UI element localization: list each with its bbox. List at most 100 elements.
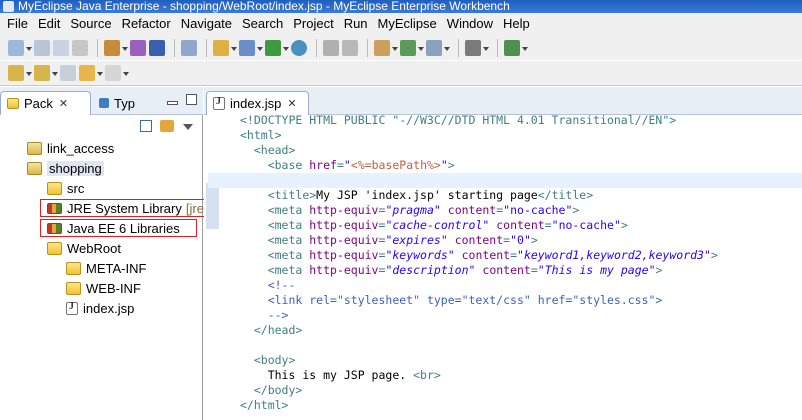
tree-item[interactable]: src — [47, 178, 84, 198]
view-menu-icon[interactable] — [183, 124, 193, 130]
tree-item[interactable]: shopping — [27, 158, 104, 178]
tree-item-label: WebRoot — [67, 240, 121, 256]
open-type-icon[interactable] — [400, 39, 424, 56]
next-annotation-icon[interactable] — [8, 65, 32, 81]
prev-annotation-icon[interactable] — [34, 65, 58, 81]
tree-item[interactable]: WEB-INF — [66, 278, 141, 298]
code-line: This is my JSP page. <br> — [240, 368, 802, 383]
close-icon[interactable]: ✕ — [59, 97, 68, 110]
editor-tab-bar: index.jsp ✕ — [204, 87, 802, 115]
wizard-icon[interactable] — [213, 39, 237, 56]
tree-item[interactable]: index.jsp — [66, 298, 134, 318]
tree-item-label: src — [67, 180, 85, 196]
code-token: "no-cache" — [503, 203, 573, 217]
menu-myeclipse[interactable]: MyEclipse — [375, 13, 444, 35]
source-folder-icon — [47, 181, 62, 195]
folder-icon — [47, 241, 62, 255]
editor-gutter — [204, 115, 220, 420]
menu-bar: File Edit Source Refactor Navigate Search Proj… — [0, 13, 802, 35]
code-line: <base href="<%=basePath%>"> — [240, 158, 802, 173]
tree-item[interactable]: link_access — [27, 138, 114, 158]
code-token: = — [336, 158, 344, 172]
change-marker — [206, 183, 219, 229]
deploy-icon[interactable] — [104, 39, 128, 56]
collapse-all-icon[interactable] — [140, 120, 152, 132]
code-token: <%=basePath%> — [350, 158, 441, 172]
code-token: <meta — [267, 203, 310, 217]
code-token: "description" — [385, 263, 476, 277]
menu-navigate[interactable]: Navigate — [178, 13, 239, 35]
menu-help[interactable]: Help — [500, 13, 537, 35]
task-icon[interactable] — [426, 39, 450, 56]
print-icon[interactable] — [72, 39, 88, 56]
package-icon[interactable] — [130, 39, 146, 56]
save-icon[interactable] — [34, 39, 50, 56]
tab-type-hierarchy[interactable]: Typ — [95, 91, 145, 115]
calendar-icon[interactable] — [181, 39, 197, 56]
tree-item-label: index.jsp — [83, 300, 135, 316]
code-token: = — [530, 263, 538, 277]
package-explorer-icon — [7, 98, 19, 109]
forward-arrow-icon[interactable] — [105, 65, 129, 81]
jsp-file-icon — [213, 96, 225, 110]
code-line — [208, 173, 802, 188]
tab-index-jsp[interactable]: index.jsp ✕ — [206, 91, 309, 115]
new-icon[interactable] — [8, 39, 32, 56]
code-line: <meta http-equiv="expires" content="0"> — [240, 233, 802, 248]
code-token: <base — [267, 158, 310, 172]
menu-refactor[interactable]: Refactor — [119, 13, 178, 35]
close-icon[interactable]: ✕ — [287, 97, 296, 110]
code-token: <body> — [253, 353, 296, 367]
new-class-icon[interactable] — [374, 39, 398, 56]
menu-run[interactable]: Run — [341, 13, 375, 35]
edit-icon[interactable] — [323, 39, 339, 56]
debug-icon[interactable] — [504, 39, 528, 56]
server-icon[interactable] — [239, 39, 263, 56]
navigation-toolbar — [0, 61, 802, 86]
back-arrow-icon[interactable] — [79, 65, 103, 81]
view-window-controls — [167, 94, 197, 105]
code-token: </head> — [253, 323, 303, 337]
menu-file[interactable]: File — [4, 13, 35, 35]
toolbar-separator — [316, 38, 317, 57]
code-token: " — [343, 158, 351, 172]
minimize-icon[interactable] — [167, 101, 178, 105]
menu-window[interactable]: Window — [444, 13, 500, 35]
code-line: <head> — [240, 143, 802, 158]
code-token: This is my JSP page. — [267, 368, 414, 382]
folder-icon — [66, 281, 81, 295]
code-token: <meta — [267, 218, 310, 232]
run-icon[interactable] — [265, 39, 289, 56]
code-token: <meta — [267, 248, 310, 262]
code-token: content — [482, 263, 531, 277]
tab-package-explorer[interactable]: Pack ✕ — [0, 91, 91, 115]
menu-edit[interactable]: Edit — [35, 13, 67, 35]
maximize-icon[interactable] — [186, 94, 197, 105]
code-token: = — [544, 218, 552, 232]
globe-icon[interactable] — [291, 39, 307, 56]
tree-item[interactable]: META-INF — [66, 258, 146, 278]
code-line: <!-- — [240, 278, 802, 293]
last-edit-icon[interactable] — [60, 65, 76, 81]
toolbar-separator — [97, 38, 98, 57]
code-token: http-equiv — [309, 263, 379, 277]
save-all-icon[interactable] — [53, 39, 69, 56]
jsp-file-icon — [66, 301, 78, 315]
code-line: <meta http-equiv="description" content="… — [240, 263, 802, 278]
menu-search[interactable]: Search — [239, 13, 290, 35]
code-token: <!-- — [267, 278, 296, 292]
link-with-editor-icon[interactable] — [160, 120, 174, 132]
tree-item[interactable]: WebRoot — [47, 238, 121, 258]
menu-source[interactable]: Source — [67, 13, 118, 35]
code-token: > — [530, 233, 538, 247]
code-token: http-equiv — [309, 233, 379, 247]
camera-icon[interactable] — [465, 39, 489, 56]
code-token: content — [461, 248, 511, 262]
menu-project[interactable]: Project — [290, 13, 340, 35]
edit2-icon[interactable] — [342, 39, 358, 56]
box-icon[interactable] — [149, 39, 165, 56]
code-token: <link rel="stylesheet" type="text/css" h… — [267, 293, 663, 307]
code-text[interactable]: <!DOCTYPE HTML PUBLIC "-//W3C//DTD HTML … — [208, 113, 802, 413]
code-line: <!DOCTYPE HTML PUBLIC "-//W3C//DTD HTML … — [240, 113, 802, 128]
